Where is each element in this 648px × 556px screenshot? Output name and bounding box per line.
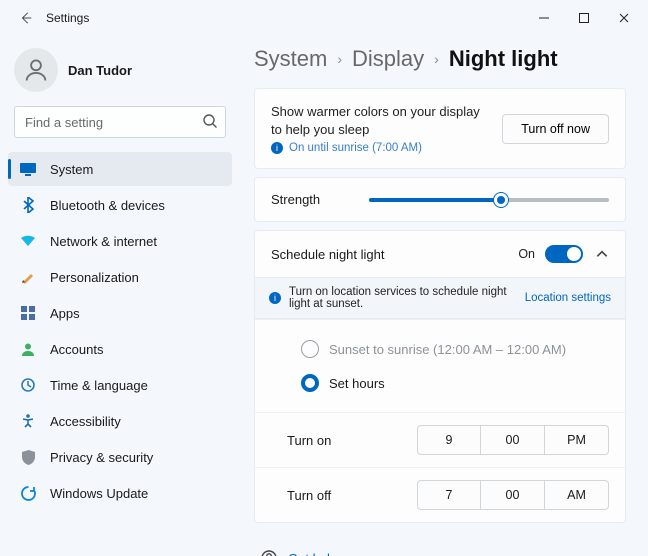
sidebar-item-privacy[interactable]: Privacy & security bbox=[8, 440, 232, 474]
personalization-icon bbox=[20, 269, 36, 285]
schedule-state: On bbox=[518, 247, 535, 261]
radio-set-hours[interactable]: Set hours bbox=[301, 366, 609, 400]
window-title: Settings bbox=[46, 11, 89, 25]
location-settings-link[interactable]: Location settings bbox=[525, 292, 611, 304]
chevron-right-icon: › bbox=[434, 51, 439, 67]
sidebar-item-update[interactable]: Windows Update bbox=[8, 476, 232, 510]
nav-label: Accounts bbox=[50, 342, 103, 357]
sidebar-item-apps[interactable]: Apps bbox=[8, 296, 232, 330]
schedule-toggle[interactable] bbox=[545, 245, 583, 263]
sidebar-item-system[interactable]: System bbox=[8, 152, 232, 186]
network-icon bbox=[20, 233, 36, 249]
sidebar-item-network[interactable]: Network & internet bbox=[8, 224, 232, 258]
schedule-radio-group: Sunset to sunrise (12:00 AM – 12:00 AM) … bbox=[255, 319, 625, 412]
sidebar-item-accounts[interactable]: Accounts bbox=[8, 332, 232, 366]
turn-on-row: Turn on 9 00 PM bbox=[255, 412, 625, 467]
turn-on-ampm[interactable]: PM bbox=[545, 425, 609, 455]
strength-card: Strength bbox=[254, 177, 626, 222]
privacy-icon bbox=[20, 449, 36, 465]
titlebar: Settings bbox=[0, 0, 648, 36]
chevron-right-icon: › bbox=[337, 51, 342, 67]
main-content: System › Display › Night light Show warm… bbox=[240, 36, 648, 556]
night-light-status: On until sunrise (7:00 AM) bbox=[289, 142, 422, 154]
system-icon bbox=[20, 161, 36, 177]
search-input[interactable] bbox=[14, 106, 226, 138]
search-box[interactable] bbox=[14, 106, 226, 138]
minimize-button[interactable] bbox=[524, 4, 564, 32]
back-button[interactable] bbox=[12, 4, 40, 32]
slider-thumb[interactable] bbox=[494, 193, 508, 207]
crumb-nightlight: Night light bbox=[449, 46, 558, 72]
turn-off-label: Turn off bbox=[287, 488, 377, 503]
search-icon bbox=[202, 113, 218, 129]
get-help-label: Get help bbox=[288, 551, 337, 556]
night-light-description: Show warmer colors on your display to he… bbox=[271, 103, 491, 138]
nav: System Bluetooth & devices Network & int… bbox=[8, 152, 232, 510]
nav-label: Accessibility bbox=[50, 414, 121, 429]
nav-label: Windows Update bbox=[50, 486, 148, 501]
nav-label: Network & internet bbox=[50, 234, 157, 249]
sidebar-item-personalization[interactable]: Personalization bbox=[8, 260, 232, 294]
update-icon bbox=[20, 485, 36, 501]
nav-label: Apps bbox=[50, 306, 80, 321]
accounts-icon bbox=[20, 341, 36, 357]
strength-label: Strength bbox=[271, 192, 351, 207]
turn-on-label: Turn on bbox=[287, 433, 377, 448]
maximize-button[interactable] bbox=[564, 4, 604, 32]
turn-off-ampm[interactable]: AM bbox=[545, 480, 609, 510]
profile[interactable]: Dan Tudor bbox=[8, 42, 232, 106]
nav-label: Bluetooth & devices bbox=[50, 198, 165, 213]
turn-off-now-button[interactable]: Turn off now bbox=[502, 114, 609, 144]
turn-off-row: Turn off 7 00 AM bbox=[255, 467, 625, 522]
help-icon bbox=[260, 549, 278, 556]
turn-off-hour[interactable]: 7 bbox=[417, 480, 481, 510]
crumb-display[interactable]: Display bbox=[352, 46, 424, 72]
info-icon: i bbox=[271, 142, 283, 154]
breadcrumb: System › Display › Night light bbox=[254, 46, 626, 88]
turn-off-minute[interactable]: 00 bbox=[481, 480, 545, 510]
schedule-label: Schedule night light bbox=[271, 247, 518, 262]
strength-slider[interactable] bbox=[369, 198, 609, 202]
sidebar-item-bluetooth[interactable]: Bluetooth & devices bbox=[8, 188, 232, 222]
time-icon bbox=[20, 377, 36, 393]
location-info-bar: i Turn on location services to schedule … bbox=[255, 277, 625, 319]
radio-icon bbox=[301, 374, 319, 392]
crumb-system[interactable]: System bbox=[254, 46, 327, 72]
schedule-header[interactable]: Schedule night light On bbox=[255, 231, 625, 277]
location-info-text: Turn on location services to schedule ni… bbox=[289, 286, 517, 310]
get-help-link[interactable]: Get help bbox=[254, 531, 626, 556]
sidebar-item-time[interactable]: Time & language bbox=[8, 368, 232, 402]
bluetooth-icon bbox=[20, 197, 36, 213]
turn-on-hour[interactable]: 9 bbox=[417, 425, 481, 455]
info-icon: i bbox=[269, 292, 281, 304]
nav-label: System bbox=[50, 162, 93, 177]
apps-icon bbox=[20, 305, 36, 321]
schedule-card: Schedule night light On i Turn on locati… bbox=[254, 230, 626, 523]
nav-label: Time & language bbox=[50, 378, 148, 393]
turn-on-minute[interactable]: 00 bbox=[481, 425, 545, 455]
sidebar: Dan Tudor System Bluetooth & devices Net… bbox=[0, 36, 240, 556]
avatar bbox=[14, 48, 58, 92]
accessibility-icon bbox=[20, 413, 36, 429]
nav-label: Personalization bbox=[50, 270, 139, 285]
close-button[interactable] bbox=[604, 4, 644, 32]
nav-label: Privacy & security bbox=[50, 450, 153, 465]
chevron-up-icon bbox=[595, 247, 609, 261]
radio-sunset-label: Sunset to sunrise (12:00 AM – 12:00 AM) bbox=[329, 342, 566, 357]
user-name: Dan Tudor bbox=[68, 63, 132, 78]
night-light-summary-card: Show warmer colors on your display to he… bbox=[254, 88, 626, 169]
sidebar-item-accessibility[interactable]: Accessibility bbox=[8, 404, 232, 438]
radio-sunset[interactable]: Sunset to sunrise (12:00 AM – 12:00 AM) bbox=[301, 332, 609, 366]
radio-icon bbox=[301, 340, 319, 358]
radio-sethours-label: Set hours bbox=[329, 376, 385, 391]
